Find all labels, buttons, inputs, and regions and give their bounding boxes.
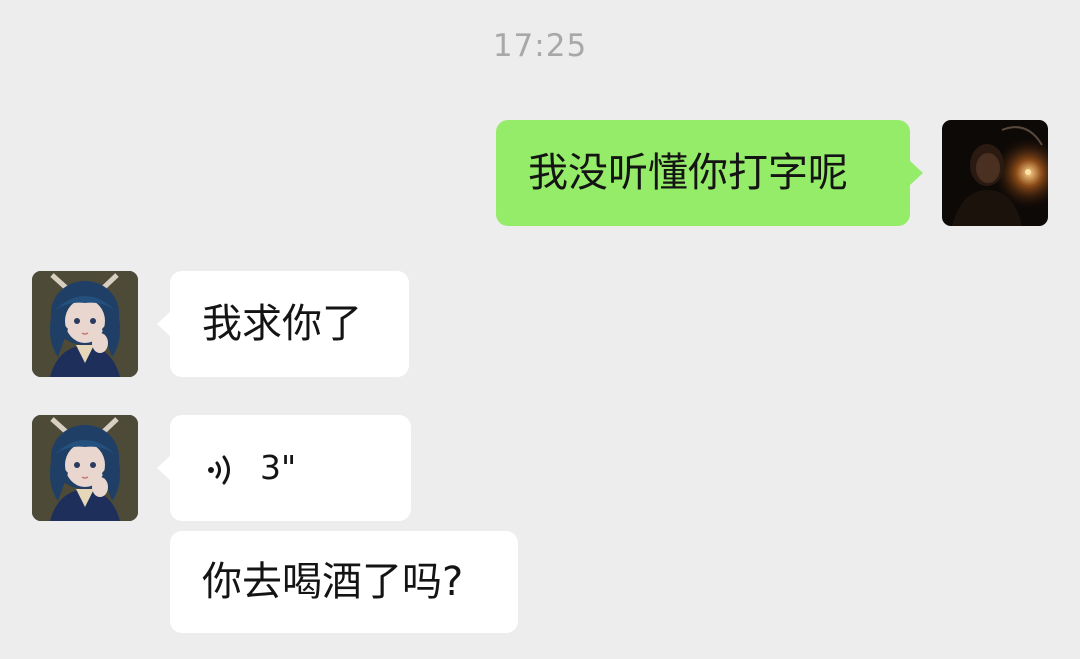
anime-girl-avatar-image xyxy=(32,271,138,377)
received-message-bubble[interactable]: 你去喝酒了吗? xyxy=(170,531,518,633)
contact-avatar[interactable] xyxy=(32,415,138,521)
received-message-text: 你去喝酒了吗? xyxy=(202,559,464,605)
bubble-tail xyxy=(157,311,171,337)
self-avatar[interactable] xyxy=(942,120,1048,226)
contact-avatar[interactable] xyxy=(32,271,138,377)
voice-duration: 3" xyxy=(260,448,297,487)
anime-girl-avatar-image xyxy=(32,415,138,521)
voice-wave-icon xyxy=(208,455,230,485)
received-message-bubble[interactable]: 我求你了 xyxy=(157,271,409,377)
sent-message-bubble[interactable]: 我没听懂你打字呢 xyxy=(496,120,923,226)
received-message-text: 我求你了 xyxy=(202,301,362,347)
sent-message-text: 我没听懂你打字呢 xyxy=(528,150,848,196)
chat-timestamp: 17:25 xyxy=(492,28,588,64)
voice-message-bubble[interactable]: 3" xyxy=(157,415,411,521)
bubble-tail xyxy=(157,455,171,481)
self-avatar-image xyxy=(942,120,1048,226)
bubble-tail xyxy=(909,160,923,186)
